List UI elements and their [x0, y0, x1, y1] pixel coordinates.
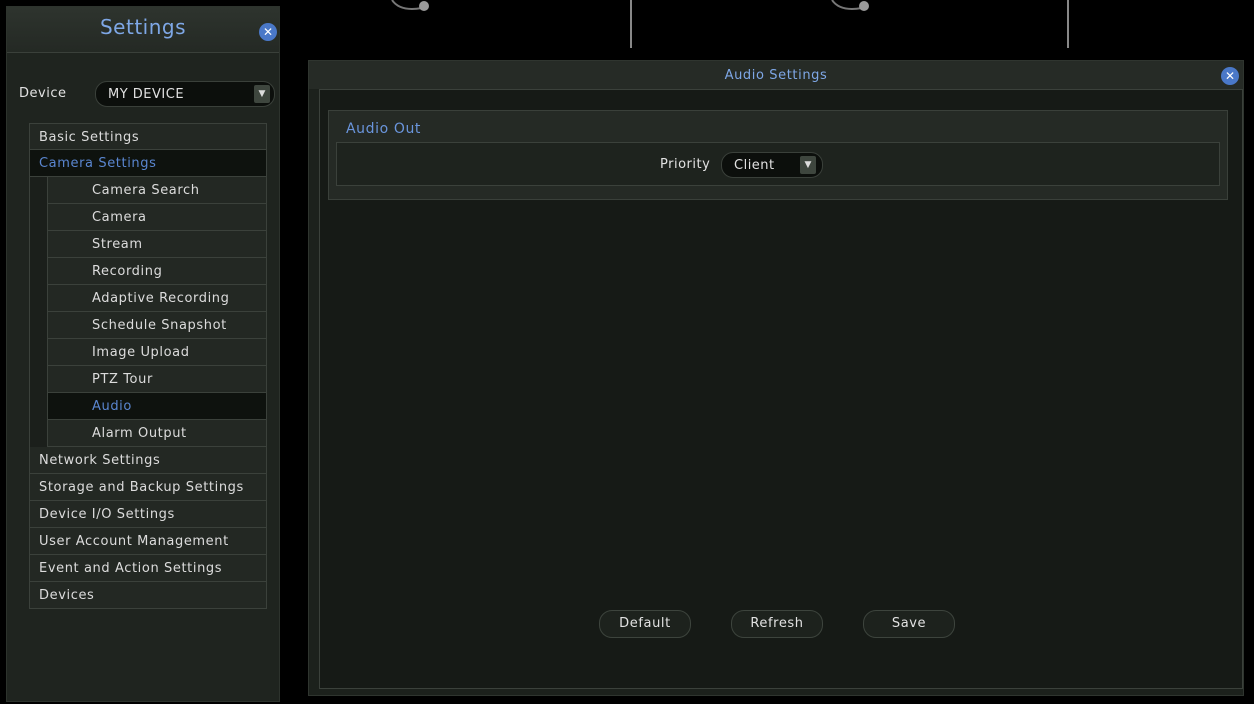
menu-item-image-upload[interactable]: Image Upload: [47, 339, 267, 366]
menu-item-user-account-management[interactable]: User Account Management: [29, 528, 267, 555]
camera-submenu: Camera Search Camera Stream Recording Ad…: [29, 177, 267, 447]
settings-panel: Settings ✕ Device MY DEVICE ▼ Basic Sett…: [6, 6, 280, 702]
menu-item-adaptive-recording[interactable]: Adaptive Recording: [47, 285, 267, 312]
menu-item-device-io-settings[interactable]: Device I/O Settings: [29, 501, 267, 528]
menu-item-camera-settings[interactable]: Camera Settings: [29, 150, 267, 177]
menu-item-camera-search[interactable]: Camera Search: [47, 177, 267, 204]
priority-value: Client: [734, 158, 775, 173]
settings-title: Settings: [99, 15, 187, 39]
priority-label: Priority: [660, 157, 711, 172]
camera-divider: [1067, 0, 1069, 48]
camera-view-strip: [285, 0, 1254, 48]
audio-settings-panel: Audio Settings ✕ Audio Out Priority Clie…: [308, 60, 1244, 696]
menu-item-storage-backup-settings[interactable]: Storage and Backup Settings: [29, 474, 267, 501]
menu-item-event-action-settings[interactable]: Event and Action Settings: [29, 555, 267, 582]
device-select[interactable]: MY DEVICE ▼: [95, 81, 275, 107]
menu-item-stream[interactable]: Stream: [47, 231, 267, 258]
refresh-button[interactable]: Refresh: [731, 610, 823, 638]
save-button[interactable]: Save: [863, 610, 955, 638]
settings-header: Settings ✕: [7, 7, 279, 53]
settings-menu: Basic Settings Camera Settings Camera Se…: [29, 123, 267, 609]
menu-item-schedule-snapshot[interactable]: Schedule Snapshot: [47, 312, 267, 339]
audio-out-group: Audio Out Priority Client ▼: [328, 110, 1228, 200]
device-value: MY DEVICE: [108, 87, 185, 102]
device-label: Device: [19, 86, 67, 101]
menu-item-audio[interactable]: Audio: [47, 393, 267, 420]
audio-settings-header: Audio Settings ✕: [309, 61, 1243, 89]
menu-item-ptz-tour[interactable]: PTZ Tour: [47, 366, 267, 393]
menu-item-alarm-output[interactable]: Alarm Output: [47, 420, 267, 447]
camera-icon: [831, 0, 869, 11]
menu-item-camera[interactable]: Camera: [47, 204, 267, 231]
menu-item-devices[interactable]: Devices: [29, 582, 267, 609]
priority-select[interactable]: Client ▼: [721, 152, 823, 178]
chevron-down-icon[interactable]: ▼: [254, 85, 270, 103]
chevron-down-icon[interactable]: ▼: [800, 156, 816, 174]
device-row: Device MY DEVICE ▼: [7, 81, 279, 107]
audio-settings-title: Audio Settings: [724, 68, 828, 83]
camera-divider: [630, 0, 632, 48]
close-icon[interactable]: ✕: [1221, 67, 1239, 85]
menu-item-network-settings[interactable]: Network Settings: [29, 447, 267, 474]
priority-row: Priority Client ▼: [336, 142, 1220, 186]
default-button[interactable]: Default: [599, 610, 691, 638]
audio-settings-body: Audio Out Priority Client ▼ Default Refr…: [319, 89, 1243, 689]
audio-out-title: Audio Out: [346, 121, 422, 137]
menu-item-recording[interactable]: Recording: [47, 258, 267, 285]
menu-item-basic-settings[interactable]: Basic Settings: [29, 123, 267, 150]
camera-icon: [391, 0, 429, 11]
close-icon[interactable]: ✕: [259, 23, 277, 41]
